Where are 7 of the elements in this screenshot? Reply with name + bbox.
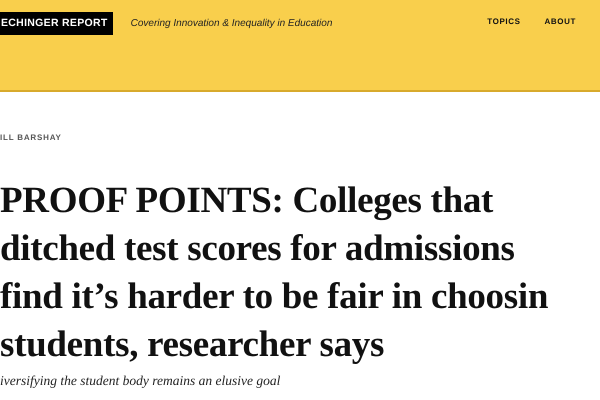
headline: PROOF POINTS: Colleges that ditched test scores for admissions find it’s harder to be fair in choosin students, researcher says: [0, 179, 550, 367]
tagline: Covering Innovation & Inequality in Education: [130, 17, 332, 31]
nav-link[interactable]: TOPICS: [487, 16, 521, 28]
nav-link[interactable]: ABOUT: [544, 16, 576, 28]
subtitle: iversifying the student body remains an elusive goal: [0, 372, 282, 390]
logo[interactable]: ECHINGER REPORT: [0, 12, 113, 35]
byline[interactable]: ILL BARSHAY: [0, 132, 600, 144]
